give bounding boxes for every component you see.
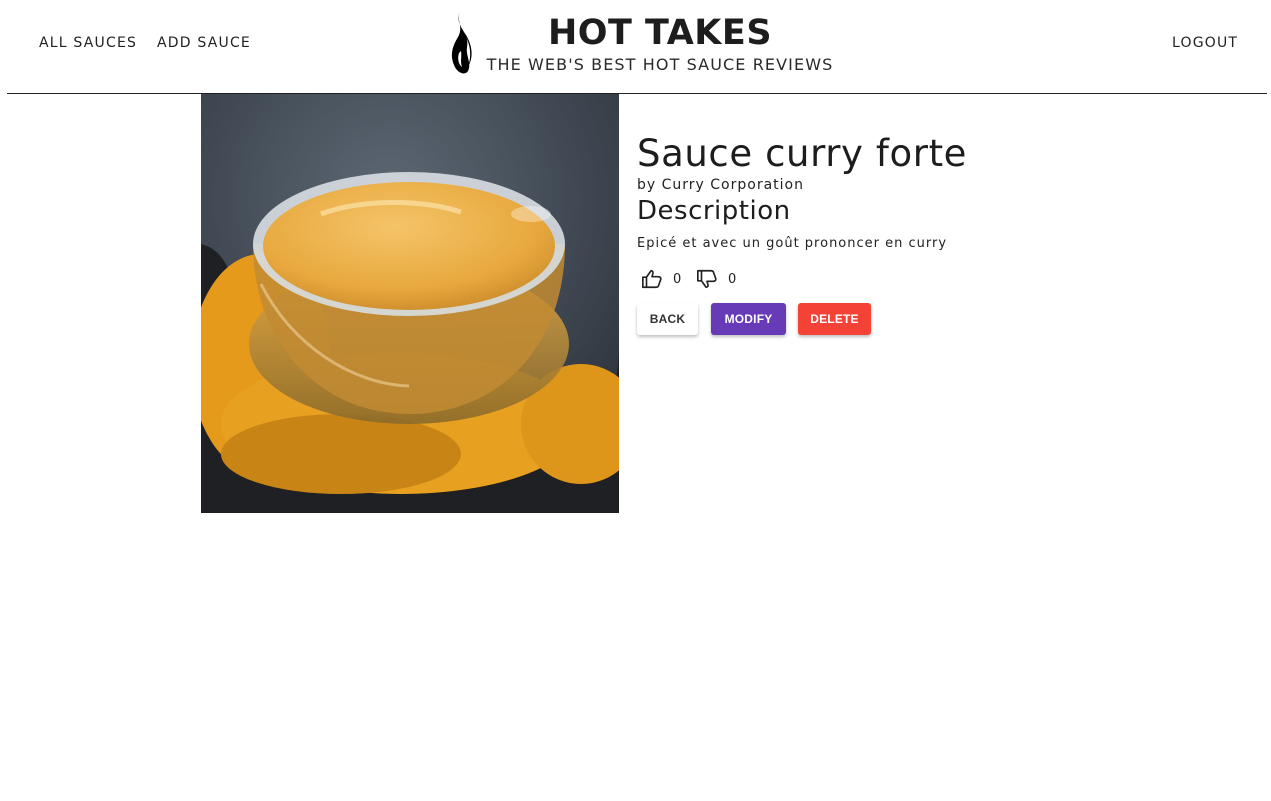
back-button[interactable]: BACK	[637, 303, 698, 335]
nav-all-sauces[interactable]: ALL SAUCES	[39, 35, 137, 51]
modify-button[interactable]: MODIFY	[711, 303, 786, 335]
flame-icon	[446, 9, 476, 77]
like-count: 0	[673, 271, 682, 287]
description-heading: Description	[637, 196, 791, 226]
nav-add-sauce[interactable]: ADD SAUCE	[157, 35, 251, 51]
sauce-image	[201, 94, 619, 513]
header-divider	[7, 93, 1267, 94]
delete-button[interactable]: DELETE	[798, 303, 871, 335]
sauce-description: Epicé et avec un goût prononcer en curry	[637, 236, 948, 251]
dislike-count: 0	[728, 271, 737, 287]
site-title[interactable]: HOT TAKES	[510, 13, 810, 53]
site-subtitle: THE WEB'S BEST HOT SAUCE REVIEWS	[486, 55, 834, 74]
nav-logout[interactable]: LOGOUT	[1172, 35, 1238, 51]
sauce-name: Sauce curry forte	[637, 132, 968, 175]
site-header: ALL SAUCES ADD SAUCE HOT TAKES THE WEB'S…	[0, 0, 1271, 94]
sauce-maker: by Curry Corporation	[637, 177, 804, 193]
like-button[interactable]: 0	[641, 268, 681, 290]
thumbs-up-icon	[642, 269, 662, 289]
thumbs-down-icon	[697, 269, 717, 289]
dislike-button[interactable]: 0	[696, 268, 736, 290]
